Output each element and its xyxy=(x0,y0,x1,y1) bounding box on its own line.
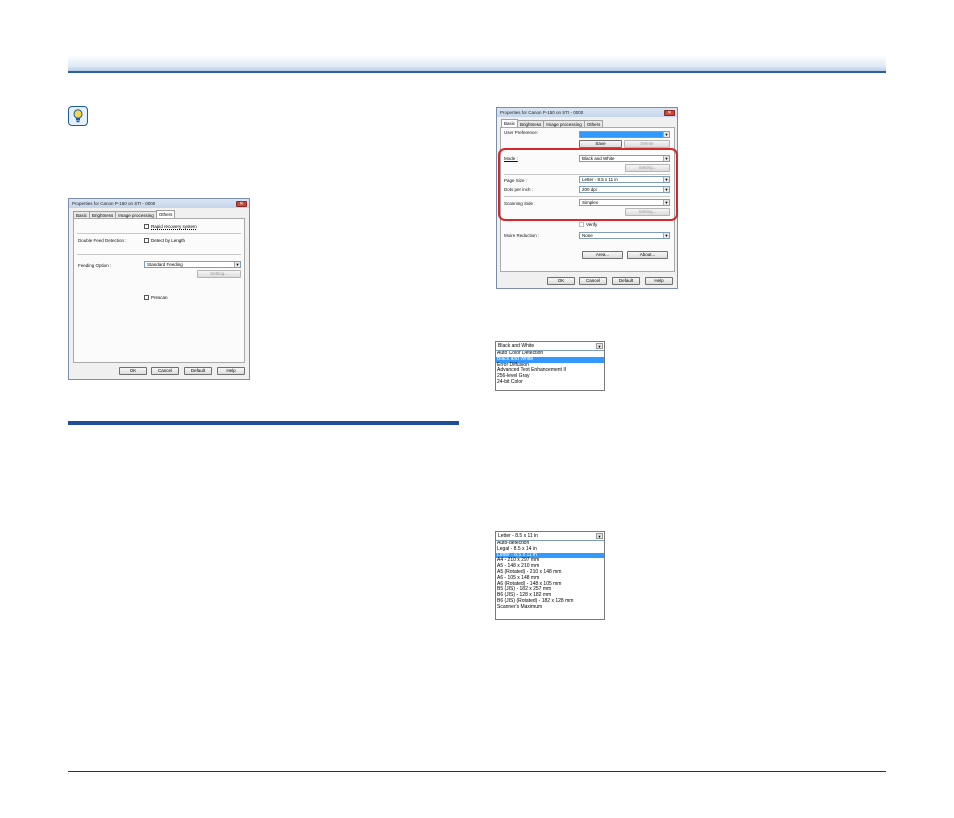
dialog-titlebar: Properties for Canon P-150 on STI - 0000… xyxy=(497,108,677,117)
ok-button[interactable]: OK xyxy=(119,367,147,375)
properties-dialog-others: Properties for Canon P-150 on STI - 0000… xyxy=(68,198,250,380)
user-preference-select[interactable]: ▼ xyxy=(579,131,670,138)
double-feed-label: Double Feed Detection : xyxy=(78,238,127,243)
help-button[interactable]: Help xyxy=(217,367,245,375)
mode-dropdown-header[interactable]: Black and White ▼ xyxy=(496,342,604,351)
feeding-setting-button[interactable]: Setting... xyxy=(197,270,241,278)
rapid-recovery-checkbox[interactable]: Rapid recovery system xyxy=(144,224,197,229)
dialog-title: Properties for Canon P-150 on STI - 0000 xyxy=(500,110,584,115)
close-icon[interactable]: ✕ xyxy=(236,200,247,207)
delete-button[interactable]: Delete xyxy=(624,140,670,148)
user-preference-label: User Preference: xyxy=(504,130,539,135)
detect-by-length-checkbox[interactable]: Detect by Length xyxy=(144,238,185,243)
help-button[interactable]: Help xyxy=(645,277,673,285)
page-size-dropdown-list[interactable]: Letter - 8.5 x 11 in ▼ Auto-detection Le… xyxy=(495,531,605,620)
feeding-option-value: Standard Feeding xyxy=(147,262,183,267)
settings-highlight xyxy=(498,148,678,221)
lightbulb-icon xyxy=(68,106,88,126)
moire-reduction-select[interactable]: None ▼ xyxy=(579,232,670,239)
cancel-button[interactable]: Cancel xyxy=(579,277,607,285)
moire-reduction-label: Moire Reduction : xyxy=(504,233,540,238)
save-button[interactable]: Save xyxy=(579,140,622,148)
about-button[interactable]: About... xyxy=(627,251,668,259)
close-icon[interactable]: ✕ xyxy=(664,109,675,116)
default-button[interactable]: Default xyxy=(612,277,640,285)
list-item[interactable]: Scanner's Maximum xyxy=(496,604,604,611)
ok-button[interactable]: OK xyxy=(547,277,575,285)
default-button[interactable]: Default xyxy=(184,367,212,375)
page-size-selected: Letter - 8.5 x 11 in xyxy=(498,533,538,539)
verify-checkbox[interactable]: Verify xyxy=(579,222,597,227)
chevron-down-icon: ▼ xyxy=(663,233,669,238)
chevron-down-icon: ▼ xyxy=(663,132,669,137)
dialog-titlebar: Properties for Canon P-150 on STI - 0000… xyxy=(69,199,249,208)
chevron-down-icon: ▼ xyxy=(234,262,240,267)
chevron-down-icon: ▼ xyxy=(596,343,603,349)
area-button[interactable]: Area... xyxy=(582,251,623,259)
footer-rule xyxy=(68,771,886,772)
prescan-checkbox[interactable]: Prescan xyxy=(144,295,168,300)
mode-dropdown-list[interactable]: Black and White ▼ Auto Color Detection B… xyxy=(495,341,605,391)
chevron-down-icon: ▼ xyxy=(596,533,603,539)
cancel-button[interactable]: Cancel xyxy=(151,367,179,375)
rapid-recovery-label: Rapid recovery system xyxy=(151,224,197,229)
verify-label: Verify xyxy=(586,222,598,227)
page-size-dropdown-header[interactable]: Letter - 8.5 x 11 in ▼ xyxy=(496,532,604,541)
feeding-option-select[interactable]: Standard Feeding ▼ xyxy=(144,261,241,268)
list-item[interactable]: 24-bit Color xyxy=(496,379,604,386)
detect-by-length-label: Detect by Length xyxy=(151,238,186,243)
header-rule xyxy=(68,55,886,73)
feeding-option-label: Feeding Option : xyxy=(78,263,112,268)
dialog-title: Properties for Canon P-150 on STI - 0000 xyxy=(72,201,156,206)
prescan-label: Prescan xyxy=(151,295,168,300)
section-heading-rule xyxy=(68,421,459,425)
moire-reduction-value: None xyxy=(582,233,593,238)
mode-selected: Black and White xyxy=(498,343,535,349)
